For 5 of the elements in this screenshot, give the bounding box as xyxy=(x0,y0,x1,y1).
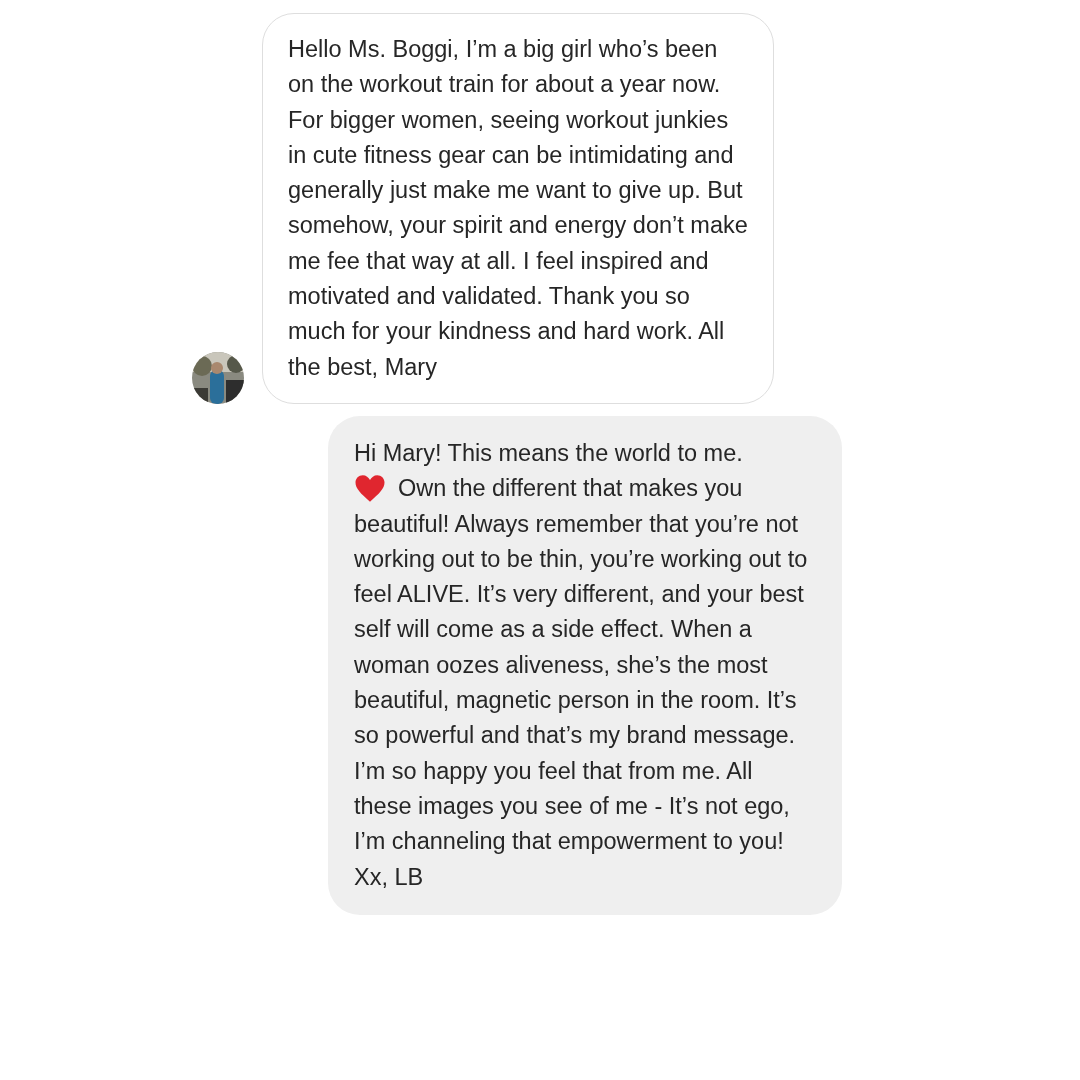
message-text: Hello Ms. Boggi, I’m a big girl who’s been on the workout train for about a year now. For bigger women, seeing workout junkies in cute fitness gear can be intimidating and generally just make me want to give up. But somehow, your spirit and energy don’t make me fee that way at all. I feel inspired and motivated and validated. Thank you so much for your kindness and hard work. All the best, Mary xyxy=(288,36,748,380)
heart-icon xyxy=(354,474,386,504)
message-text: Hi Mary! This means the world to me. xyxy=(354,438,744,468)
message-text: beautiful! Always remember that you’re not working out to be thin, you’re working out to feel ALIVE. It’s very different, and your best self will come as a side effect. When a woman oozes aliveness, she’s the most beautiful, magnetic person in the room. It’s so powerful and that’s my brand message. I’m so happy you feel that from me. All these images you see of me - It’s not ego, I’m channeling that empowerment to you! Xx, LB xyxy=(354,509,809,892)
message-text: Own the different that makes you xyxy=(398,474,743,504)
